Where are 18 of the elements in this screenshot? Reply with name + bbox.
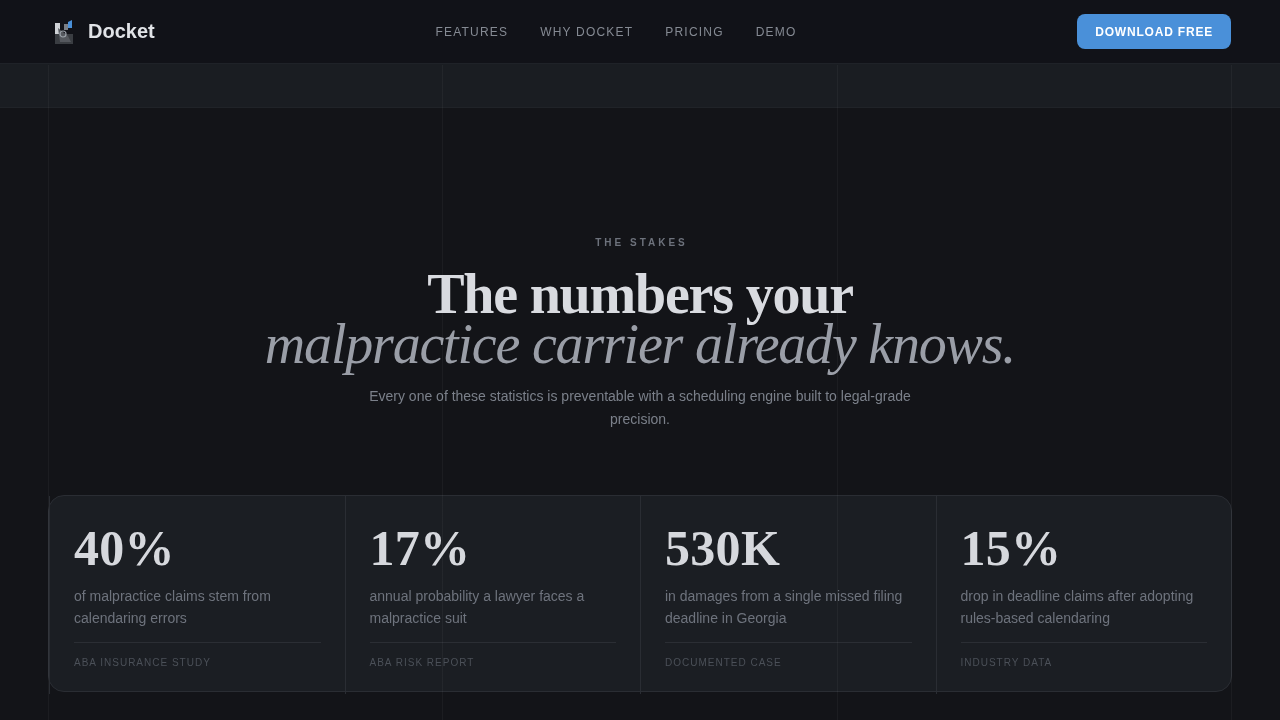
stat-description: drop in deadline claims after adopting rules-based calendaring — [960, 587, 1195, 628]
stat-description: in damages from a single missed filing deadline in Georgia — [665, 587, 904, 628]
stat-value: 40% — [74, 523, 175, 573]
section-heading: The numbers your malpractice carrier already knows. — [263, 265, 1017, 376]
stat-description: of malpractice claims stem from calendaring errors — [74, 587, 272, 628]
nav-link[interactable]: PRICING — [665, 24, 724, 39]
section-eyebrow: THE STAKES — [595, 236, 688, 250]
logo-icon — [54, 19, 74, 44]
stat-value: 530K — [665, 523, 781, 573]
nav-link[interactable]: WHY DOCKET — [540, 24, 634, 39]
download-button[interactable]: DOWNLOAD FREE — [1077, 14, 1231, 49]
section-subtitle: Every one of these statistics is preventable with a scheduling engine built to legal-grade precision. — [368, 387, 912, 429]
brand-name[interactable]: Docket — [88, 20, 155, 43]
stat-value: 15% — [960, 523, 1062, 573]
stat-description: annual probability a lawyer faces a malpractice suit — [369, 587, 586, 628]
nav-link[interactable]: FEATURES — [435, 24, 509, 39]
nav-link[interactable]: DEMO — [755, 24, 797, 39]
stat-value: 17% — [369, 523, 471, 573]
